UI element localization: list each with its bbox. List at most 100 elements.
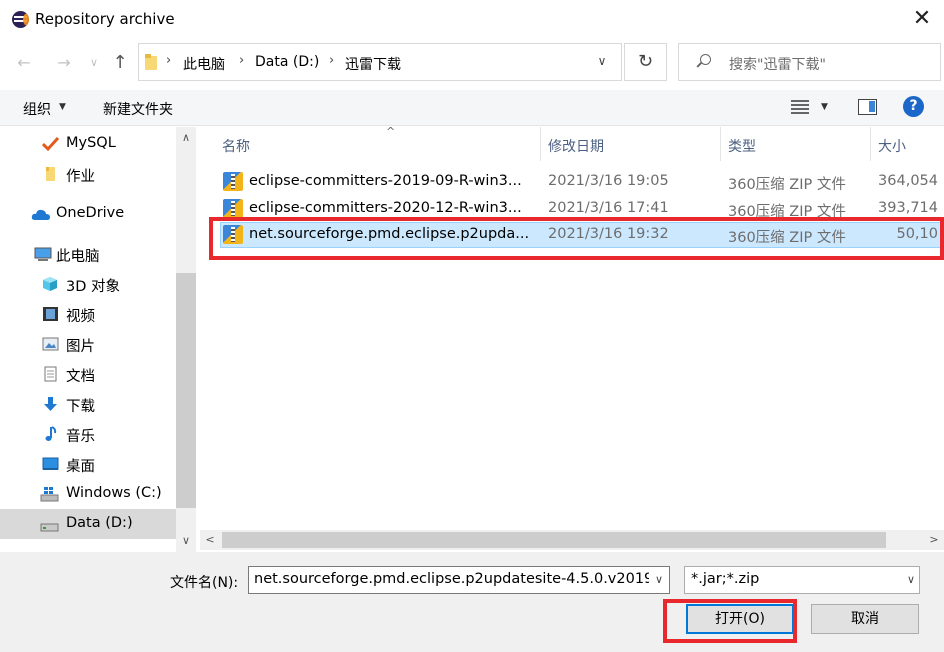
- filename-value[interactable]: net.sourceforge.pmd.eclipse.p2updatesite…: [254, 571, 653, 587]
- window-title: Repository archive: [35, 10, 175, 28]
- sidebar-item-desktop[interactable]: 桌面: [0, 449, 176, 479]
- file-type: 360压缩 ZIP 文件: [728, 177, 846, 193]
- help-icon[interactable]: ?: [903, 96, 924, 117]
- command-bar: 组织 ▼ 新建文件夹 ▼ ?: [0, 90, 944, 126]
- sidebar-item-label: 图片: [66, 339, 95, 355]
- chevron-down-icon[interactable]: ∨: [649, 567, 669, 593]
- desktop-icon: [42, 457, 59, 470]
- filelist-horizontal-scrollbar[interactable]: < >: [200, 530, 944, 550]
- zip-archive-icon: [223, 199, 243, 218]
- sidebar-item-windows-c[interactable]: Windows (C:): [0, 479, 176, 509]
- sidebar-item-label: 下载: [66, 399, 95, 415]
- scroll-up-icon[interactable]: ∧: [176, 127, 196, 149]
- sidebar-item-data-d[interactable]: Data (D:): [0, 509, 176, 539]
- close-button[interactable]: ✕: [905, 3, 939, 37]
- scrollbar-thumb[interactable]: [176, 273, 196, 508]
- breadcrumb-separator[interactable]: ›: [166, 53, 171, 68]
- sidebar-item-mysql[interactable]: MySQL: [0, 129, 176, 159]
- back-button[interactable]: ←: [12, 50, 36, 76]
- zip-archive-icon: [223, 172, 243, 191]
- sidebar-item-this-pc[interactable]: 此电脑: [0, 239, 176, 269]
- up-button[interactable]: ↑: [108, 50, 132, 76]
- file-type-filter[interactable]: *.jar;*.zip ∨: [684, 566, 920, 594]
- cube-icon: [43, 277, 57, 291]
- sidebar-scrollbar[interactable]: ∧ ∨: [176, 127, 196, 552]
- breadcrumb-separator[interactable]: ›: [239, 53, 244, 68]
- column-header-type[interactable]: 类型: [720, 127, 870, 161]
- scroll-down-icon[interactable]: ∨: [176, 530, 196, 552]
- cancel-button[interactable]: 取消: [811, 604, 919, 634]
- file-size: 393,714: [878, 200, 938, 216]
- chevron-down-icon[interactable]: ∨: [594, 54, 610, 68]
- sidebar-item-label: 作业: [66, 169, 95, 185]
- sidebar-item-label: 3D 对象: [66, 279, 120, 295]
- column-header-label: 名称: [222, 139, 250, 155]
- document-icon: [44, 366, 57, 382]
- caret-down-icon[interactable]: ▼: [59, 102, 66, 112]
- column-header-name[interactable]: 名称 ^: [214, 127, 540, 161]
- sidebar-item-homework[interactable]: 作业: [0, 159, 176, 189]
- new-folder-button[interactable]: 新建文件夹: [103, 99, 173, 119]
- drive-icon: [40, 523, 59, 532]
- breadcrumb-data-drive[interactable]: Data (D:): [255, 54, 319, 70]
- scrollbar-thumb[interactable]: [222, 532, 886, 548]
- sidebar-item-label: OneDrive: [56, 205, 125, 221]
- file-list: 名称 ^ 修改日期 类型 大小 eclipse-committers-2019-…: [200, 127, 944, 532]
- highlight-annotation: [209, 217, 944, 260]
- sidebar-item-label: Windows (C:): [66, 485, 162, 501]
- file-name: eclipse-committers-2020-12-R-win3...: [249, 200, 522, 216]
- search-input[interactable]: 搜索"迅雷下载": [678, 43, 941, 81]
- filename-label: 文件名(N):: [170, 575, 239, 591]
- preview-pane-icon[interactable]: [858, 99, 877, 115]
- breadcrumb-this-pc[interactable]: 此电脑: [183, 54, 225, 74]
- sidebar-item-onedrive[interactable]: OneDrive: [0, 199, 176, 229]
- sidebar-item-label: 桌面: [66, 459, 95, 475]
- dialog-footer: 文件名(N): net.sourceforge.pmd.eclipse.p2up…: [0, 552, 944, 652]
- sidebar-item-pictures[interactable]: 图片: [0, 329, 176, 359]
- film-icon: [43, 307, 58, 321]
- folder-icon: [46, 167, 55, 181]
- sidebar-item-label: Data (D:): [66, 515, 133, 531]
- breadcrumb-xunlei-downloads[interactable]: 迅雷下载: [345, 54, 401, 74]
- scroll-left-icon[interactable]: <: [200, 530, 220, 550]
- sidebar-item-label: 视频: [66, 309, 95, 325]
- system-drive-icon: [40, 487, 59, 502]
- sidebar-item-3d-objects[interactable]: 3D 对象: [0, 269, 176, 299]
- file-size: 364,054: [878, 173, 938, 189]
- view-options-icon[interactable]: [791, 100, 809, 114]
- sidebar-item-label: MySQL: [66, 135, 116, 151]
- recent-locations-button[interactable]: ∨: [86, 50, 102, 76]
- navigation-pane: MySQL 作业 OneDrive 此电脑 3D 对象 视频 图片 文档 下载 …: [0, 127, 196, 552]
- column-header-size[interactable]: 大小: [870, 127, 944, 161]
- search-placeholder: 搜索"迅雷下载": [729, 57, 826, 73]
- sidebar-item-documents[interactable]: 文档: [0, 359, 176, 389]
- checkmark-icon: [42, 136, 59, 152]
- download-icon: [44, 397, 57, 411]
- folder-icon: [145, 54, 159, 70]
- caret-down-icon[interactable]: ▼: [821, 102, 828, 112]
- highlight-annotation: [663, 599, 797, 643]
- sidebar-item-label: 音乐: [66, 429, 95, 445]
- refresh-button[interactable]: ↻: [624, 43, 667, 81]
- chevron-down-icon[interactable]: ∨: [907, 573, 915, 586]
- column-header-date[interactable]: 修改日期: [540, 127, 720, 161]
- forward-button[interactable]: →: [52, 50, 76, 76]
- breadcrumb-separator[interactable]: ›: [329, 53, 334, 68]
- address-bar[interactable]: › 此电脑 › Data (D:) › 迅雷下载: [138, 43, 622, 81]
- sidebar-item-label: 此电脑: [56, 249, 100, 265]
- file-date: 2021/3/16 17:41: [548, 200, 669, 216]
- file-type-filter-value: *.jar;*.zip: [691, 571, 760, 587]
- filename-field[interactable]: net.sourceforge.pmd.eclipse.p2updatesite…: [248, 566, 670, 594]
- music-icon: [45, 426, 57, 441]
- sidebar-item-music[interactable]: 音乐: [0, 419, 176, 449]
- sidebar-item-videos[interactable]: 视频: [0, 299, 176, 329]
- eclipse-app-icon: [12, 11, 29, 28]
- cloud-icon: [31, 209, 50, 220]
- file-name: eclipse-committers-2019-09-R-win3...: [249, 173, 522, 189]
- picture-icon: [42, 337, 59, 351]
- scroll-right-icon[interactable]: >: [924, 530, 944, 550]
- organize-button[interactable]: 组织: [23, 99, 51, 119]
- sidebar-item-label: 文档: [66, 369, 95, 385]
- table-row[interactable]: eclipse-committers-2019-09-R-win3... 202…: [220, 169, 944, 195]
- sidebar-item-downloads[interactable]: 下载: [0, 389, 176, 419]
